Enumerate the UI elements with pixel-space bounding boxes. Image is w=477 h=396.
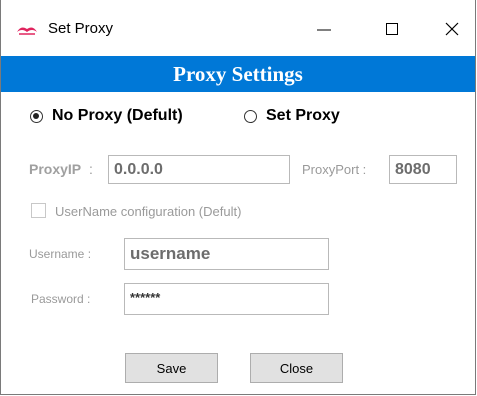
radio-set-proxy-label: Set Proxy xyxy=(266,107,340,124)
proxy-ip-separator: : xyxy=(89,161,93,177)
username-config-label: UserName configuration (Defult) xyxy=(55,204,242,219)
minimize-button[interactable] xyxy=(309,14,339,44)
radio-set-proxy[interactable]: Set Proxy xyxy=(244,107,340,125)
proxy-port-label: ProxyPort : xyxy=(302,162,367,177)
maximize-icon xyxy=(386,23,398,35)
close-window-button[interactable] xyxy=(437,14,467,44)
minimize-icon xyxy=(317,29,331,31)
window-title: Set Proxy xyxy=(48,20,114,37)
radio-no-proxy[interactable]: No Proxy (Defult) xyxy=(30,107,183,125)
proxy-ip-label: ProxyIP xyxy=(29,161,82,177)
proxy-ip-label-group: ProxyIP : xyxy=(29,161,93,177)
username-config-checkbox[interactable] xyxy=(31,203,46,218)
close-button[interactable]: Close xyxy=(250,353,343,383)
set-proxy-window: Set Proxy Proxy Settings No Proxy (Deful… xyxy=(0,0,476,395)
radio-set-proxy-indicator[interactable] xyxy=(244,109,257,123)
password-field[interactable]: ****** xyxy=(124,283,329,315)
password-label: Password : xyxy=(31,292,91,306)
radio-no-proxy-label: No Proxy (Defult) xyxy=(52,107,183,124)
proxy-settings-header: Proxy Settings xyxy=(1,56,475,92)
title-bar: Set Proxy xyxy=(1,0,475,56)
app-logo-icon xyxy=(17,27,37,35)
proxy-ip-field[interactable]: 0.0.0.0 xyxy=(108,155,290,184)
radio-no-proxy-indicator[interactable] xyxy=(30,109,43,123)
maximize-button[interactable] xyxy=(377,14,407,44)
close-icon xyxy=(445,22,459,36)
proxy-port-field[interactable]: 8080 xyxy=(389,155,457,184)
save-button[interactable]: Save xyxy=(125,353,218,383)
username-field[interactable]: username xyxy=(124,238,329,270)
username-label: Username : xyxy=(29,247,92,261)
